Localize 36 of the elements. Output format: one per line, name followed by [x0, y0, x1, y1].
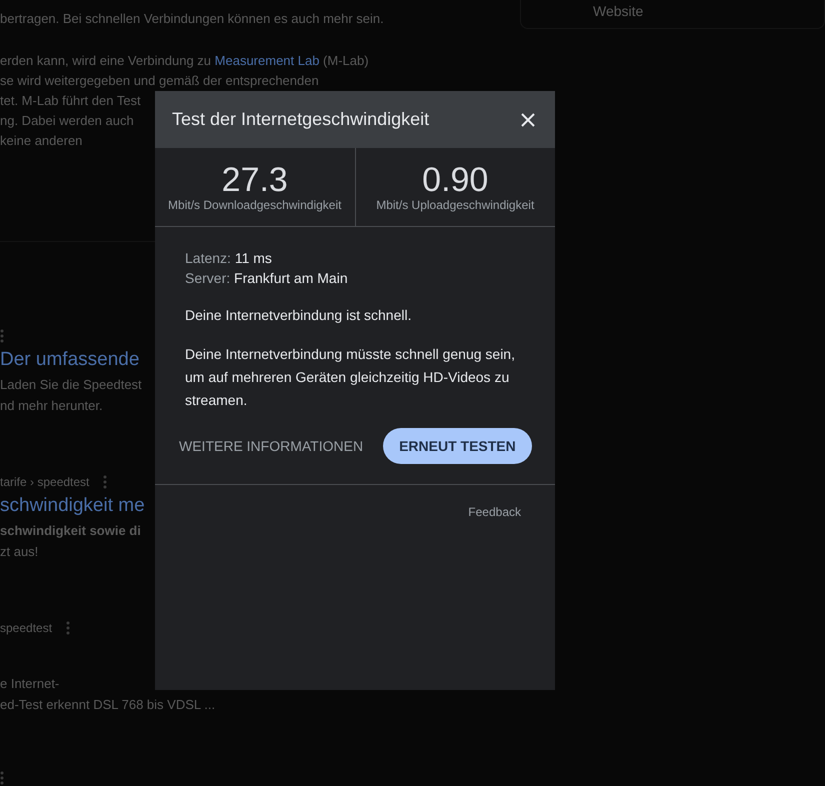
result-snippet: nd mehr herunter.	[0, 397, 103, 415]
result-title[interactable]: Der umfassende	[0, 346, 140, 374]
paragraph-line: erden kann, wird eine Verbindung zu Measurement Lab (M-Lab)	[0, 52, 369, 70]
more-icon[interactable]	[103, 475, 108, 489]
explanation-text: Deine Internetverbindung müsste schnell genug sein, um auf mehreren Geräten gleichzeitig HD-Videos zu streamen.	[185, 345, 516, 410]
result-snippet: e Internet-	[0, 675, 60, 693]
more-icon[interactable]	[0, 771, 4, 785]
more-icon[interactable]	[0, 329, 4, 343]
detail-line: Server: Frankfurt am Main	[185, 269, 349, 288]
result-breadcrumb: tarife › speedtest	[0, 475, 90, 489]
result-breadcrumb: speedtest	[0, 621, 52, 635]
more-info-button[interactable]: WEITERE INFORMATIONEN	[179, 438, 364, 454]
paragraph-line: keine anderen	[0, 132, 82, 150]
paragraph-line: tet. M-Lab führt den Test	[0, 92, 141, 110]
speed-value: 0.90	[422, 162, 488, 198]
card-label: Website	[593, 2, 644, 21]
detail-line: Latenz: 11 ms	[185, 249, 273, 268]
speed-value: 27.3	[222, 162, 288, 198]
result-snippet: schwindigkeit sowie di	[0, 522, 141, 540]
status-message: Deine Internetverbindung ist schnell.	[185, 306, 412, 325]
result-snippet: ed-Test erkennt DSL 768 bis VDSL ...	[0, 696, 216, 714]
more-icon[interactable]	[66, 621, 70, 635]
close-button[interactable]	[519, 110, 537, 128]
result-snippet: Laden Sie die Speedtest	[0, 376, 142, 394]
paragraph-line: bertragen. Bei schnellen Verbindungen können es auch mehr sein.	[0, 10, 384, 28]
retest-button[interactable]: ERNEUT TESTEN	[383, 428, 532, 464]
result-snippet: zt aus!	[0, 543, 38, 561]
paragraph-line: ng. Dabei werden auch	[0, 112, 134, 130]
result-title[interactable]: schwindigkeit me	[0, 492, 145, 520]
paragraph-line: se wird weitergegeben und gemäß der entsprechenden	[0, 72, 319, 90]
speed-label: Mbit/s Downloadgeschwindigkeit	[168, 198, 342, 212]
speed-label: Mbit/s Uploadgeschwindigkeit	[376, 198, 534, 212]
dialog-title: Test der Internetgeschwindigkeit	[172, 109, 430, 130]
measurement-lab-link[interactable]: Measurement Lab	[214, 53, 320, 68]
close-icon	[519, 110, 537, 128]
feedback-link[interactable]: Feedback	[468, 505, 521, 519]
